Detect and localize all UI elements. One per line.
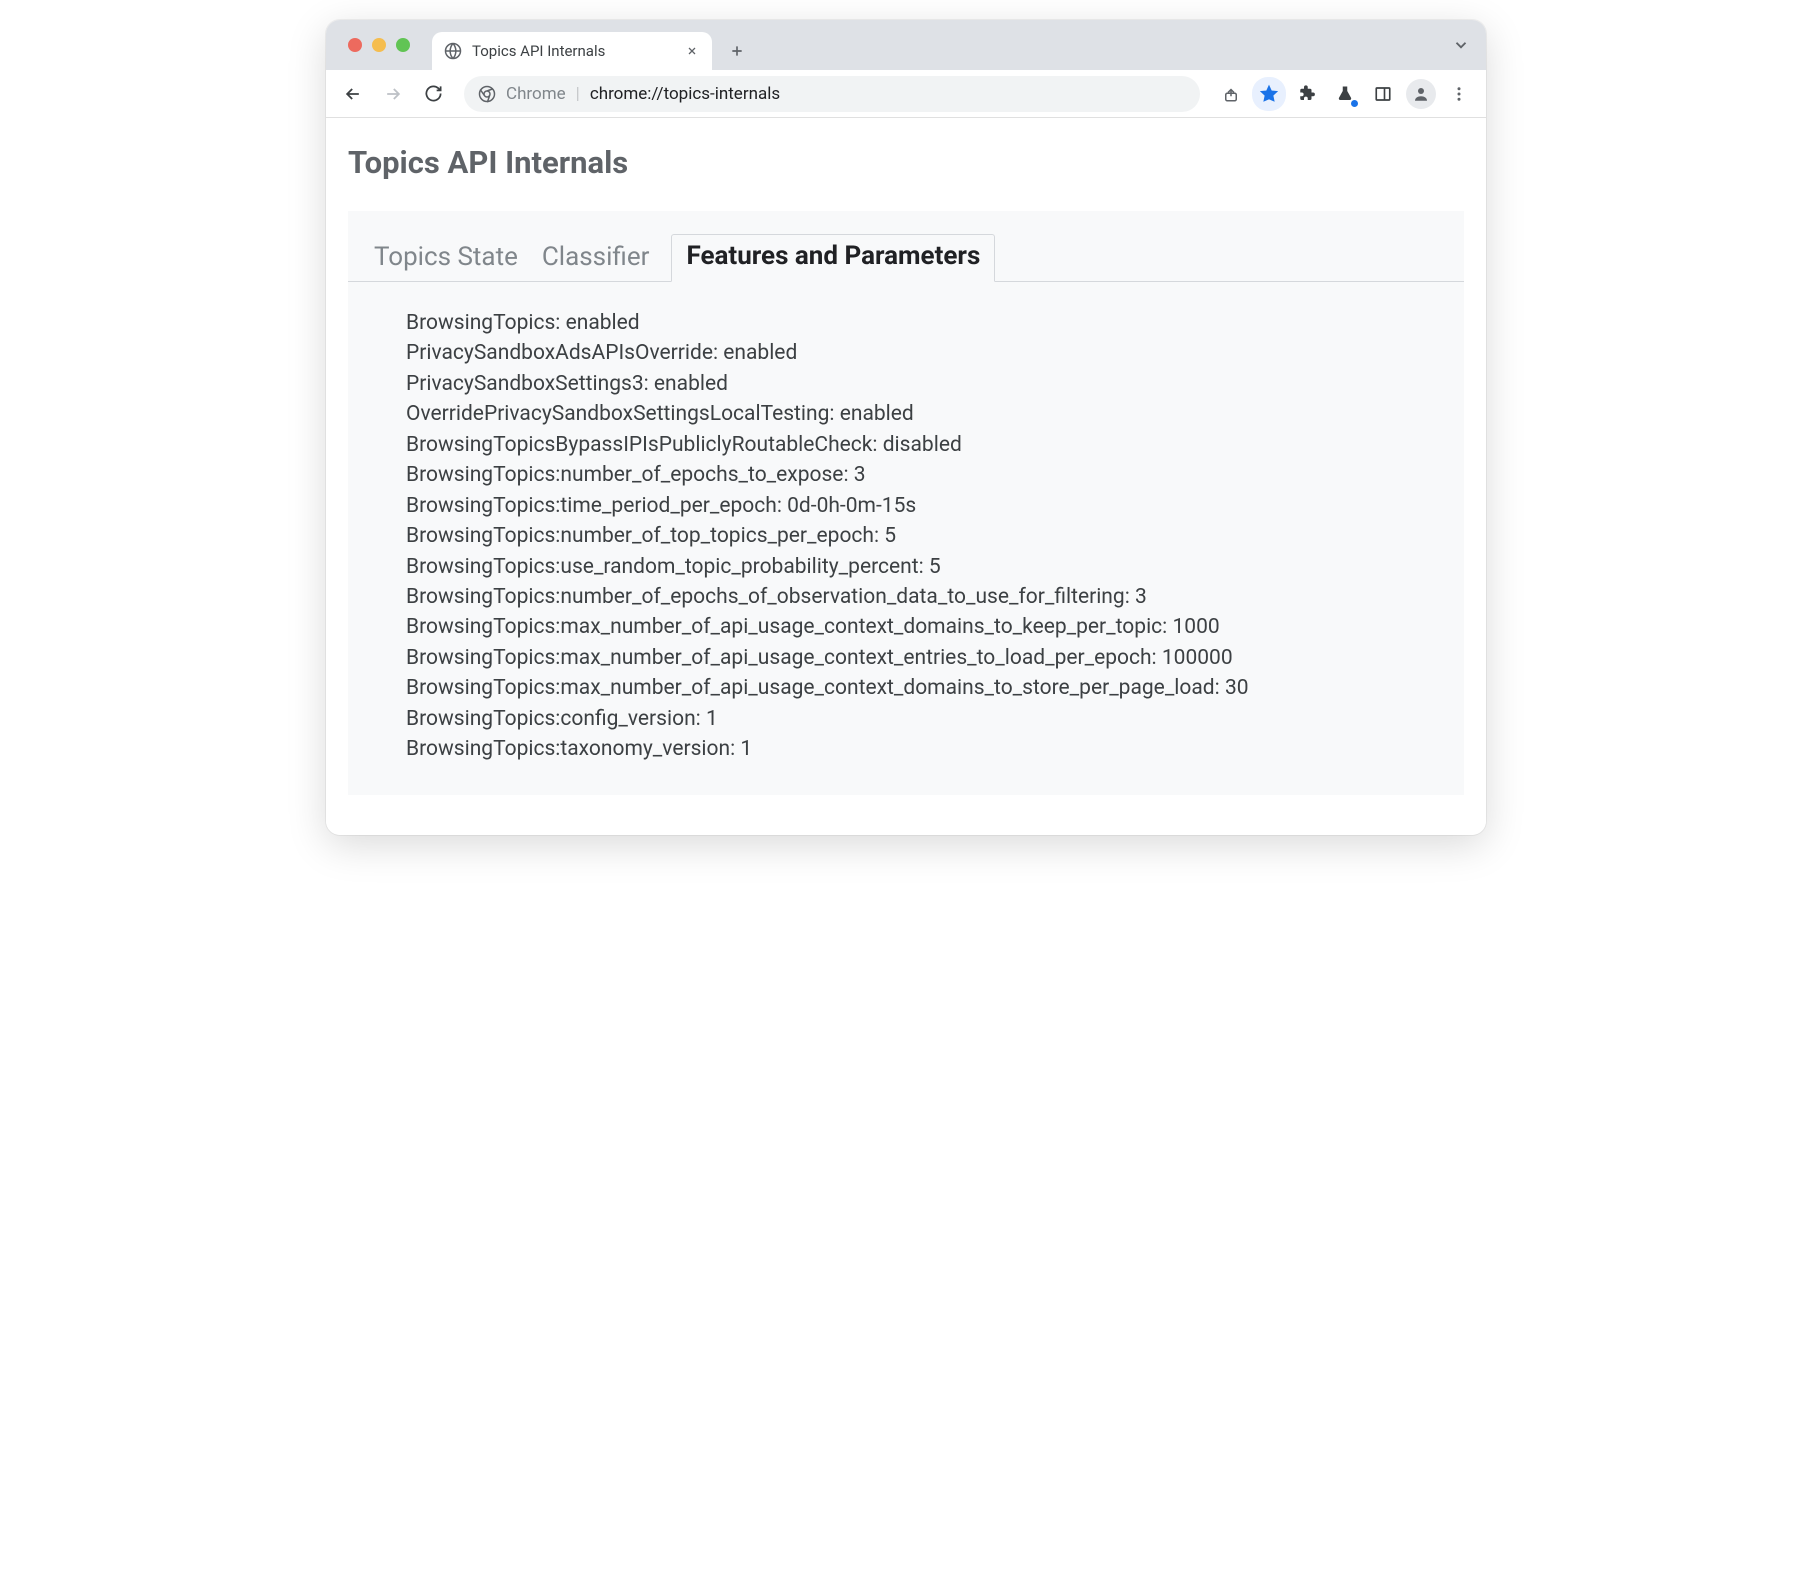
bookmark-star-icon[interactable] (1252, 77, 1286, 111)
forward-button[interactable] (376, 77, 410, 111)
panel-tabs: Topics State Classifier Features and Par… (348, 211, 1464, 282)
feature-row: PrivacySandboxAdsAPIsOverride: enabled (406, 338, 1464, 368)
feature-row: BrowsingTopics:max_number_of_api_usage_c… (406, 612, 1464, 642)
window-controls (340, 20, 432, 70)
back-button[interactable] (336, 77, 370, 111)
feature-row: BrowsingTopics:use_random_topic_probabil… (406, 552, 1464, 582)
feature-row: BrowsingTopicsBypassIPIsPubliclyRoutable… (406, 430, 1464, 460)
browser-window: Topics API Internals Chrome|chrom (326, 20, 1486, 835)
minimize-window-button[interactable] (372, 38, 386, 52)
feature-row: BrowsingTopics:max_number_of_api_usage_c… (406, 643, 1464, 673)
address-bar[interactable]: Chrome|chrome://topics-internals (464, 76, 1200, 112)
feature-row: PrivacySandboxSettings3: enabled (406, 369, 1464, 399)
menu-button[interactable] (1442, 77, 1476, 111)
tab-list-button[interactable] (1452, 36, 1470, 54)
page-content: Topics API Internals Topics State Classi… (326, 118, 1486, 835)
share-icon[interactable] (1214, 77, 1248, 111)
new-tab-button[interactable] (722, 36, 752, 66)
tab-classifier[interactable]: Classifier (540, 238, 652, 282)
close-window-button[interactable] (348, 38, 362, 52)
profile-button[interactable] (1404, 77, 1438, 111)
chrome-icon (478, 85, 496, 103)
labs-badge (1351, 100, 1358, 107)
tab-title: Topics API Internals (472, 42, 674, 60)
feature-row: BrowsingTopics:time_period_per_epoch: 0d… (406, 491, 1464, 521)
browser-tab[interactable]: Topics API Internals (432, 32, 712, 70)
toolbar: Chrome|chrome://topics-internals (326, 70, 1486, 118)
feature-row: BrowsingTopics:number_of_epochs_to_expos… (406, 460, 1464, 490)
globe-icon (444, 42, 462, 60)
features-list: BrowsingTopics: enabled PrivacySandboxAd… (348, 282, 1464, 765)
feature-row: BrowsingTopics:config_version: 1 (406, 704, 1464, 734)
page-title: Topics API Internals (348, 144, 1464, 181)
tab-strip: Topics API Internals (326, 20, 1486, 70)
labs-icon[interactable] (1328, 77, 1362, 111)
feature-row: BrowsingTopics:number_of_epochs_of_obser… (406, 582, 1464, 612)
tab-topics-state[interactable]: Topics State (372, 238, 520, 282)
toolbar-actions (1214, 77, 1476, 111)
maximize-window-button[interactable] (396, 38, 410, 52)
feature-row: OverridePrivacySandboxSettingsLocalTesti… (406, 399, 1464, 429)
side-panel-icon[interactable] (1366, 77, 1400, 111)
url-text: Chrome|chrome://topics-internals (506, 84, 780, 104)
panel: Topics State Classifier Features and Par… (348, 211, 1464, 795)
extensions-icon[interactable] (1290, 77, 1324, 111)
feature-row: BrowsingTopics:number_of_top_topics_per_… (406, 521, 1464, 551)
feature-row: BrowsingTopics:taxonomy_version: 1 (406, 734, 1464, 764)
tab-features-parameters[interactable]: Features and Parameters (671, 234, 995, 282)
reload-button[interactable] (416, 77, 450, 111)
feature-row: BrowsingTopics: enabled (406, 308, 1464, 338)
feature-row: BrowsingTopics:max_number_of_api_usage_c… (406, 673, 1464, 703)
close-tab-button[interactable] (684, 43, 700, 59)
